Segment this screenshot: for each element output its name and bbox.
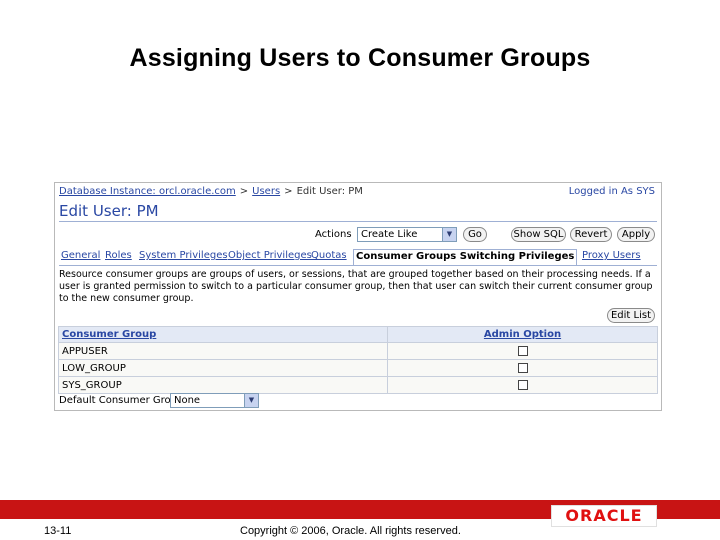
copyright-text: Copyright © 2006, Oracle. All rights res… [240,525,461,537]
tab-divider [59,265,657,266]
breadcrumb-current: Edit User: PM [296,186,363,197]
slide-title: Assigning Users to Consumer Groups [129,44,591,72]
chevron-down-icon: ▼ [442,228,456,241]
admin-option-cell [387,342,658,360]
tab-quotas[interactable]: Quotas [311,249,347,264]
tab-general[interactable]: General [61,249,100,264]
column-header-consumer-group[interactable]: Consumer Group [58,326,388,343]
admin-option-cell [387,359,658,377]
table-row: LOW_GROUP [58,359,658,377]
actions-select-value: Create Like [361,229,418,240]
edit-list-button[interactable]: Edit List [607,308,655,323]
chevron-down-icon: ▼ [244,394,258,407]
admin-option-cell [387,376,658,394]
admin-option-checkbox[interactable] [517,362,528,373]
actions-select[interactable]: Create Like ▼ [357,227,457,242]
tab-system-privileges[interactable]: System Privileges [139,249,228,264]
show-sql-button[interactable]: Show SQL [511,227,566,242]
default-consumer-group-value: None [174,395,201,406]
tab-object-privileges[interactable]: Object Privileges [228,249,312,264]
table-row: SYS_GROUP [58,376,658,394]
table-header-row: Consumer Group Admin Option [58,326,658,343]
apply-button[interactable]: Apply [617,227,655,242]
app-screenshot: Database Instance: orcl.oracle.com > Users… [54,182,662,411]
breadcrumb-separator: > [284,186,293,197]
default-consumer-group-label: Default Consumer Group [59,395,184,406]
tab-proxy-users[interactable]: Proxy Users [582,249,641,264]
consumer-group-table: Consumer Group Admin Option APPUSER LOW_… [58,326,658,394]
admin-option-checkbox[interactable] [517,379,528,390]
breadcrumb-instance-link[interactable]: Database Instance: orcl.oracle.com [59,186,236,197]
default-consumer-group-select[interactable]: None ▼ [170,393,259,408]
tab-consumer-groups-switching-privileges[interactable]: Consumer Groups Switching Privileges [353,249,578,265]
page-title: Edit User: PM [59,202,159,220]
logged-in-label: Logged in As SYS [568,186,655,197]
column-header-admin-option[interactable]: Admin Option [387,326,658,343]
breadcrumb-users-link[interactable]: Users [252,186,280,197]
table-row: APPUSER [58,342,658,360]
tab-bar: General Roles System Privileges Object P… [59,249,657,265]
tab-roles[interactable]: Roles [105,249,132,264]
oracle-logo: ORACLE [551,505,657,527]
title-divider [59,221,657,222]
breadcrumb: Database Instance: orcl.oracle.com > Users… [59,186,363,197]
admin-option-checkbox[interactable] [517,345,528,356]
go-button[interactable]: Go [463,227,487,242]
slide-number: 13-11 [44,525,72,537]
consumer-group-cell: SYS_GROUP [58,376,388,394]
actions-label: Actions [315,229,352,240]
consumer-group-cell: LOW_GROUP [58,359,388,377]
breadcrumb-separator: > [239,186,249,197]
revert-button[interactable]: Revert [570,227,612,242]
description-text: Resource consumer groups are groups of u… [59,269,653,304]
consumer-group-cell: APPUSER [58,342,388,360]
